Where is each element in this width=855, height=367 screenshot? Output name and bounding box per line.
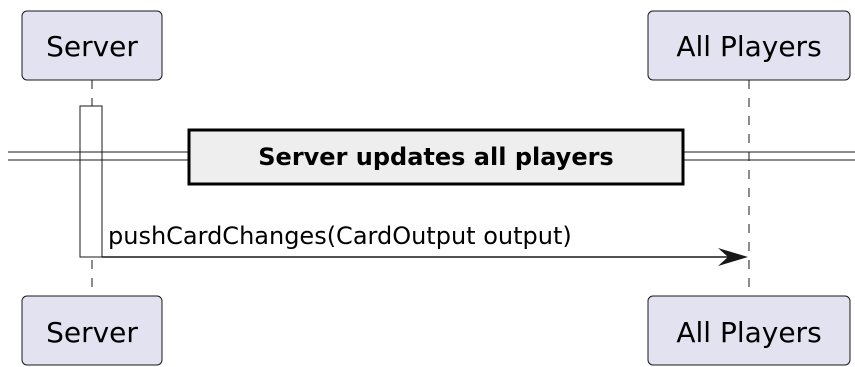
- participant-label: Server: [46, 316, 138, 349]
- participant-all-players-top: All Players: [647, 10, 851, 81]
- message-label: pushCardChanges(CardOutput output): [108, 222, 572, 250]
- participant-all-players-bottom: All Players: [647, 295, 851, 366]
- divider: Server updates all players: [8, 128, 855, 186]
- participant-label: Server: [46, 30, 138, 63]
- participant-label: All Players: [676, 316, 821, 349]
- divider-label: Server updates all players: [258, 143, 613, 171]
- participant-server-bottom: Server: [21, 295, 163, 366]
- sequence-diagram: Server updates all players pushCardChang…: [8, 10, 855, 366]
- participant-label: All Players: [676, 30, 821, 63]
- message: pushCardChanges(CardOutput output): [102, 222, 748, 266]
- activation-bar-server: [79, 105, 103, 258]
- participant-server-top: Server: [21, 10, 163, 81]
